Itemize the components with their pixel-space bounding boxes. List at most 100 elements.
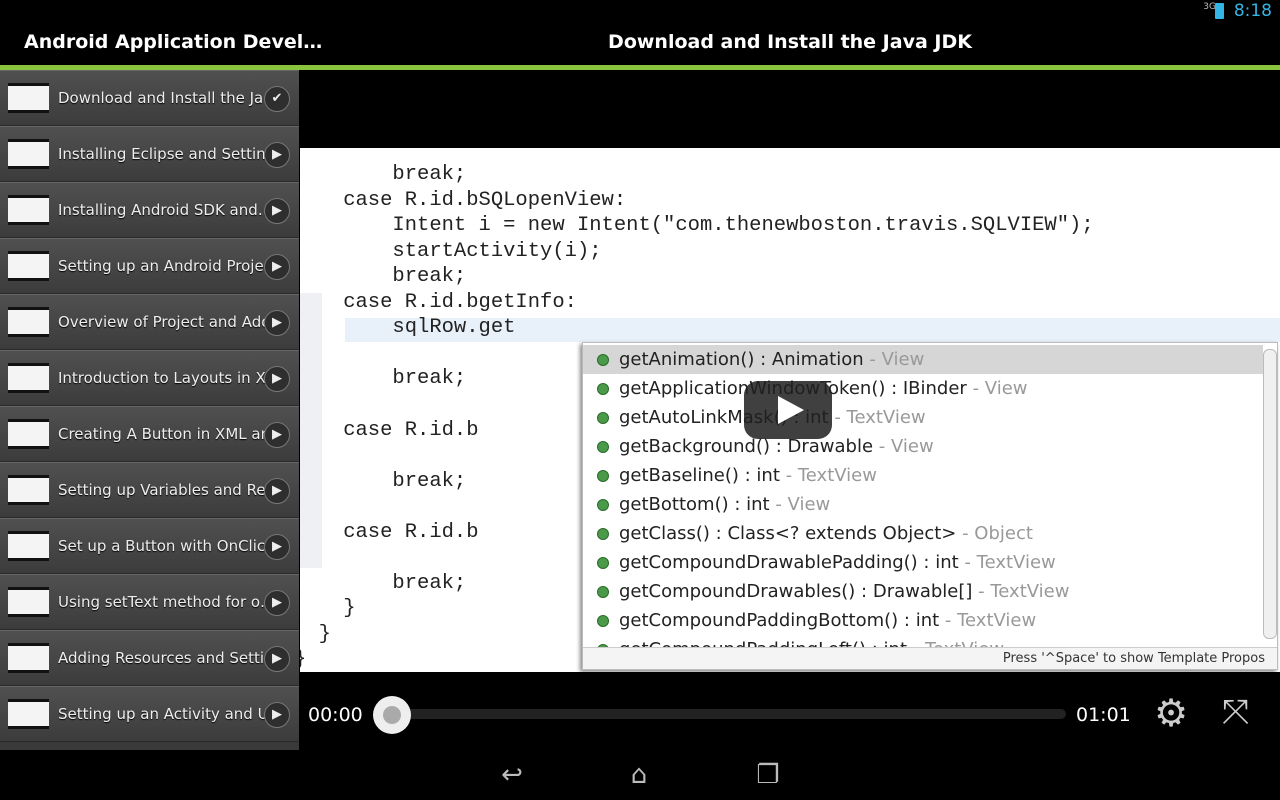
play-icon[interactable]: ▶ — [264, 198, 290, 224]
playlist-item-label: Using setText method for o… — [58, 593, 276, 611]
method-icon — [597, 354, 609, 366]
code-line: case R.id.b — [300, 521, 479, 544]
playlist-item[interactable]: Introduction to Layouts in X… ▶ — [0, 350, 299, 406]
play-icon[interactable]: ▶ — [264, 478, 290, 504]
duration: 01:01 — [1076, 704, 1131, 726]
gear-icon[interactable]: ⚙ — [1154, 693, 1188, 733]
suggestion-item: getAnimation() : Animation - View — [583, 345, 1263, 374]
playlist-item-label: Installing Android SDK and… — [58, 201, 273, 219]
code-line: } — [300, 648, 306, 671]
playlist-item-label: Setting up an Activity and U… — [58, 705, 284, 723]
video-thumbnail — [8, 307, 49, 337]
playlist-item[interactable]: Adding Resources and Setti… ▶ — [0, 630, 299, 686]
seek-bar[interactable] — [390, 709, 1066, 719]
play-icon[interactable]: ▶ — [264, 366, 290, 392]
playlist-item[interactable]: Using setText method for o… ▶ — [0, 574, 299, 630]
suggestion-class: - TextView — [958, 552, 1056, 573]
suggestion-item: getAutoLinkMask() : int - TextView — [583, 403, 1263, 432]
video-thumbnail — [8, 475, 49, 505]
suggestion-signature: getCompoundPaddingBottom() : int — [619, 610, 940, 631]
code-line: sqlRow.get — [300, 316, 516, 339]
playlist-item[interactable]: Setting up an Android Project ▶ — [0, 238, 299, 294]
video-thumbnail — [8, 699, 49, 729]
popup-footer: Press '^Space' to show Template Propos — [583, 647, 1277, 669]
play-icon[interactable]: ▶ — [264, 310, 290, 336]
suggestion-item: getCompoundDrawablePadding() : int - Tex… — [583, 548, 1263, 577]
code-line: break; — [300, 470, 467, 493]
suggestion-signature: getBaseline() : int — [619, 465, 780, 486]
playlist-item[interactable]: Set up a Button with OnClic… ▶ — [0, 518, 299, 574]
suggestion-signature: getCompoundDrawables() : Drawable[] — [619, 581, 973, 602]
playlist[interactable]: Download and Install the Ja… ✔ Installing … — [0, 70, 299, 750]
suggestion-signature: getClass() : Class<? extends Object> — [619, 523, 957, 544]
playlist-item-label: Setting up Variables and Ref… — [58, 481, 286, 499]
playlist-item-label: Installing Eclipse and Settin… — [58, 145, 281, 163]
fullscreen-icon[interactable]: ⤧ — [1222, 692, 1249, 732]
clock: 8:18 — [1233, 1, 1272, 21]
play-icon[interactable]: ▶ — [264, 254, 290, 280]
playlist-item-label: Adding Resources and Setti… — [58, 649, 280, 667]
video-thumbnail — [8, 139, 49, 169]
play-icon[interactable]: ▶ — [264, 534, 290, 560]
app-title[interactable]: Android Application Devel… — [24, 31, 322, 53]
autocomplete-popup: getCompoundPaddingLeft() : int - TextVie… — [582, 342, 1278, 670]
code-line: break; — [300, 163, 467, 186]
suggestion-signature: getAnimation() : Animation — [619, 349, 864, 370]
code-line: break; — [300, 265, 467, 288]
play-icon[interactable]: ▶ — [264, 142, 290, 168]
suggestion-class: - View — [873, 436, 934, 457]
play-icon[interactable]: ▶ — [264, 702, 290, 728]
method-icon — [597, 383, 609, 395]
video-thumbnail — [8, 195, 49, 225]
method-icon — [597, 499, 609, 511]
big-play-icon[interactable] — [744, 381, 832, 439]
seek-thumb[interactable] — [373, 696, 411, 734]
suggestion-class: - TextView — [972, 581, 1070, 602]
method-icon — [597, 557, 609, 569]
playlist-item[interactable]: Setting up an Activity and U… ▶ — [0, 686, 299, 742]
code-line: break; — [300, 367, 467, 390]
suggestion-item: getBottom() : int - View — [583, 490, 1263, 519]
code-line: case R.id.bSQLopenView: — [300, 189, 627, 212]
home-icon[interactable]: ⌂ — [619, 760, 659, 790]
video-thumbnail — [8, 83, 49, 113]
playlist-item-label: Creating A Button in XML an… — [58, 425, 286, 443]
back-icon[interactable]: ↩ — [492, 760, 532, 790]
play-icon[interactable]: ▶ — [264, 590, 290, 616]
playlist-item[interactable]: Setting up Variables and Ref… ▶ — [0, 462, 299, 518]
suggestion-signature: getBottom() : int — [619, 494, 770, 515]
playlist-item[interactable]: Installing Eclipse and Settin… ▶ — [0, 126, 299, 182]
suggestion-class: - TextView — [828, 407, 926, 428]
player-controls: 00:00 01:01 ⚙ ⤧ — [300, 690, 1280, 740]
popup-scrollbar — [1263, 349, 1277, 639]
suggestion-signature: getCompoundDrawablePadding() : int — [619, 552, 959, 573]
method-icon — [597, 528, 609, 540]
method-icon — [597, 586, 609, 598]
method-icon — [597, 441, 609, 453]
method-icon — [597, 470, 609, 482]
battery-icon — [1215, 3, 1224, 19]
check-icon[interactable]: ✔ — [264, 86, 290, 112]
suggestion-class: - View — [966, 378, 1028, 399]
code-line: } — [318, 623, 331, 646]
current-time: 00:00 — [308, 704, 363, 726]
action-bar: Android Application Devel… Download and … — [0, 22, 1280, 66]
playlist-item[interactable]: Download and Install the Ja… ✔ — [0, 70, 299, 126]
code-line: case R.id.bgetInfo: — [300, 291, 577, 314]
suggestion-item: getBaseline() : int - TextView — [583, 461, 1263, 490]
suggestion-item: getCompoundPaddingBottom() : int - TextV… — [583, 606, 1263, 635]
playlist-item[interactable]: Creating A Button in XML an… ▶ — [0, 406, 299, 462]
code-line: startActivity(i); — [300, 240, 602, 263]
suggestion-class: - TextView — [939, 610, 1037, 631]
playlist-item[interactable]: Overview of Project and Add… ▶ — [0, 294, 299, 350]
method-icon — [597, 615, 609, 627]
suggestion-class: - View — [863, 349, 925, 370]
code-line: Intent i = new Intent("com.thenewboston.… — [300, 214, 1094, 237]
playlist-item[interactable]: Installing Android SDK and… ▶ — [0, 182, 299, 238]
play-icon[interactable]: ▶ — [264, 422, 290, 448]
playlist-item-label: Introduction to Layouts in X… — [58, 369, 281, 387]
video-thumbnail — [8, 419, 49, 449]
suggestion-signature: getBackground() : Drawable — [619, 436, 874, 457]
recents-icon[interactable]: ❐ — [748, 760, 788, 790]
play-icon[interactable]: ▶ — [264, 646, 290, 672]
